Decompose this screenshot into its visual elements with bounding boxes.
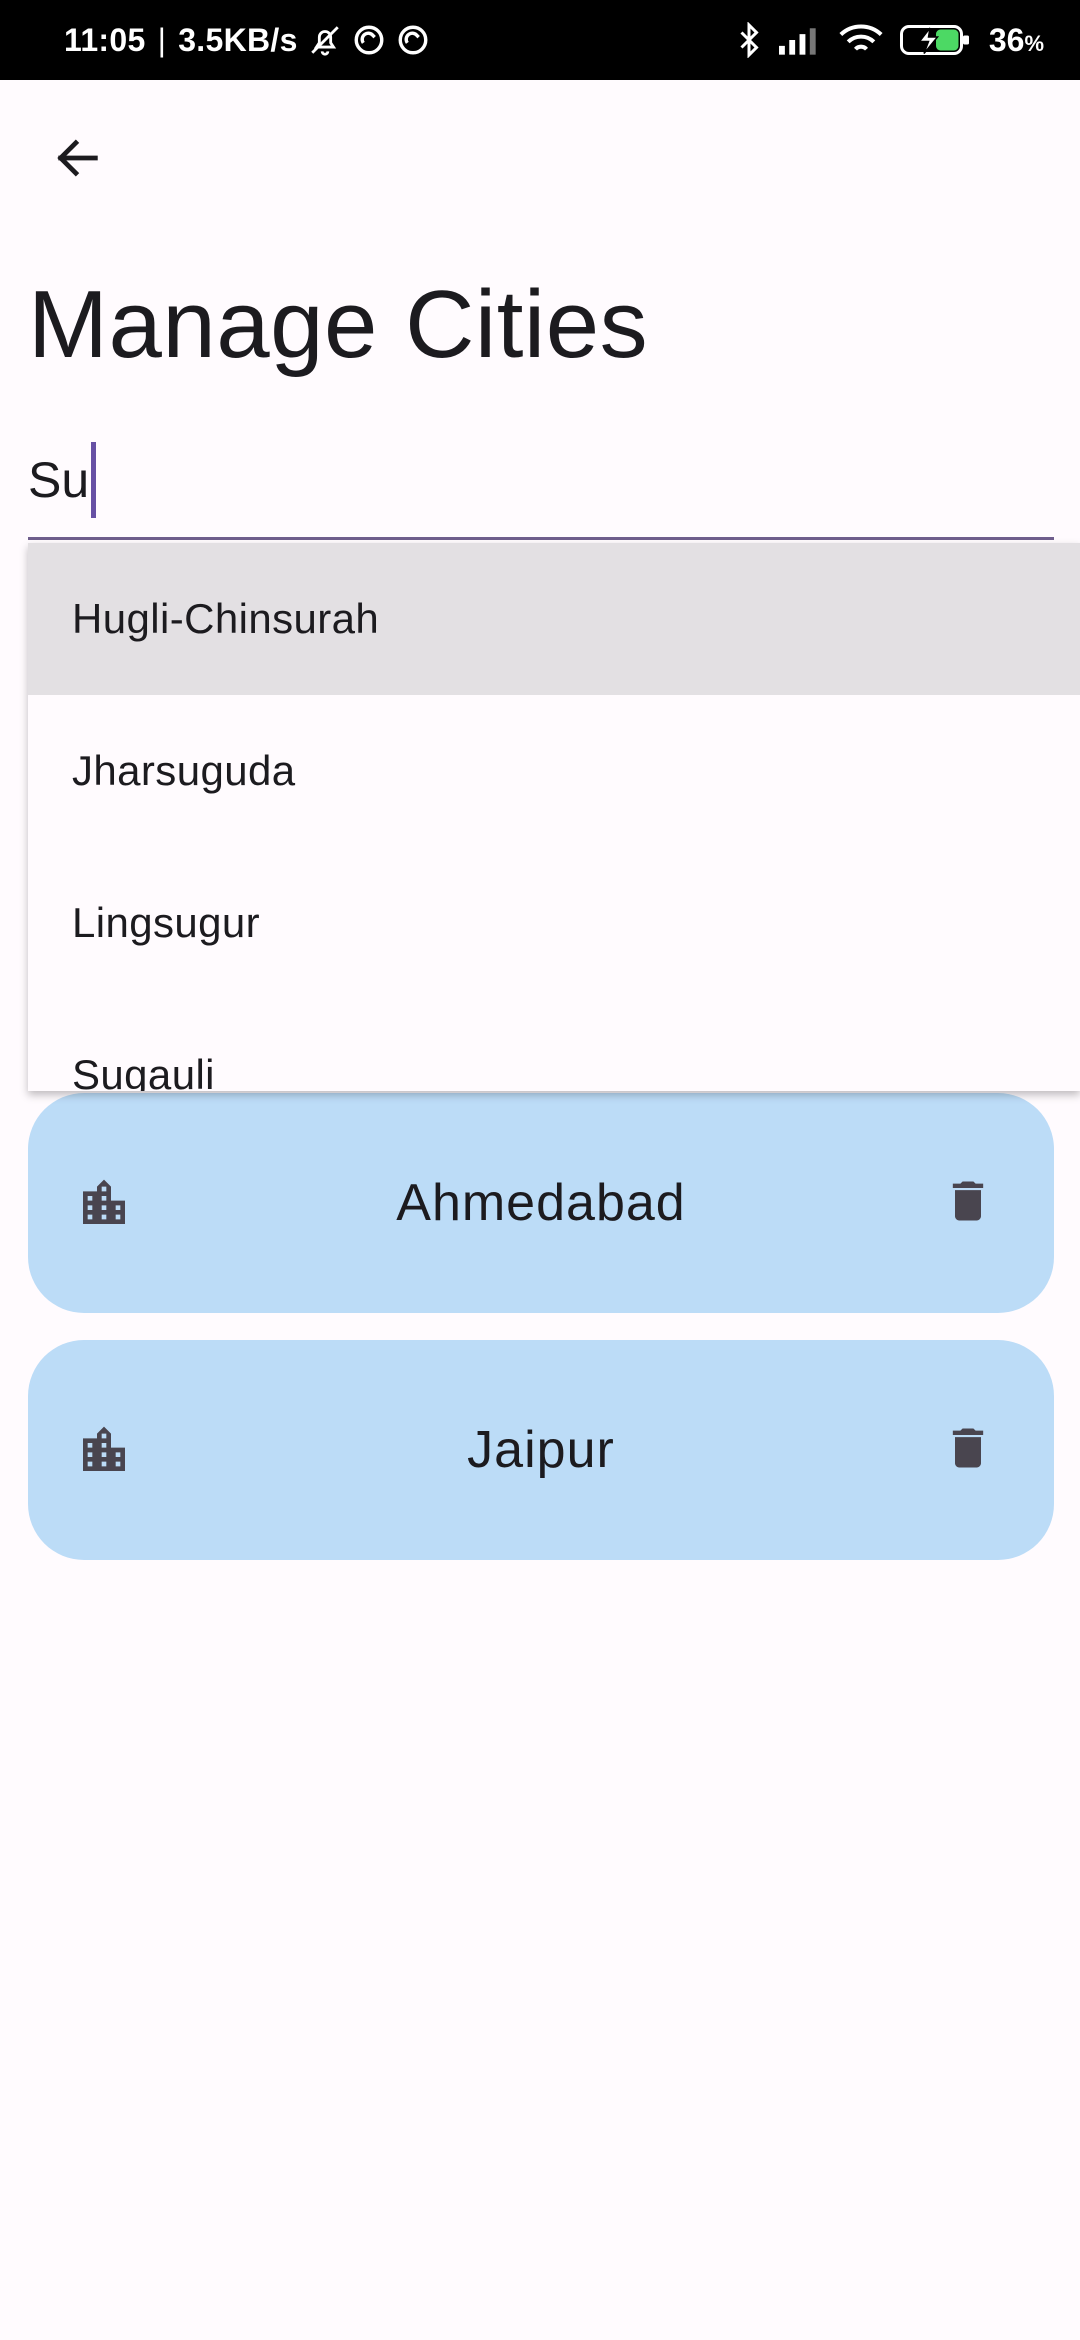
wifi-icon (839, 23, 883, 57)
search-input-value: Su (28, 452, 90, 508)
suggestions-dropdown: Hugli-Chinsurah Jharsuguda Lingsugur Sug… (28, 543, 1080, 1091)
city-icon (76, 1422, 132, 1478)
battery-percent-value: 36 (988, 21, 1025, 58)
status-left: 11:05 | 3.5KB/s (64, 22, 430, 59)
delete-city-button[interactable] (938, 1173, 998, 1233)
city-card[interactable]: Ahmedabad (28, 1093, 1054, 1313)
suggestion-item[interactable]: Sugauli (28, 999, 1080, 1091)
signal-icon (778, 25, 823, 55)
suggestion-label: Lingsugur (72, 899, 261, 946)
battery-percent: 36% (989, 22, 1044, 59)
status-time: 11:05 (64, 21, 146, 58)
city-search-field[interactable]: Su (28, 420, 1054, 540)
status-separator: | (157, 21, 167, 58)
network-speed: 3.5KB/s (178, 21, 298, 58)
back-button[interactable] (36, 118, 120, 202)
city-name: Ahmedabad (396, 1174, 686, 1232)
page-title: Manage Cities (28, 271, 649, 378)
sync-icon (352, 23, 386, 57)
city-search-input[interactable]: Su (28, 440, 97, 520)
city-card[interactable]: Jaipur (28, 1340, 1054, 1560)
status-bar: 11:05 | 3.5KB/s 36% (0, 0, 1080, 80)
battery-charging-icon (899, 22, 973, 58)
suggestion-label: Jharsuguda (72, 747, 296, 794)
delete-icon (942, 1175, 994, 1232)
suggestion-item[interactable]: Lingsugur (28, 847, 1080, 999)
delete-city-button[interactable] (938, 1420, 998, 1480)
bluetooth-icon (735, 22, 763, 58)
sync-icon (396, 23, 430, 57)
suggestion-label: Hugli-Chinsurah (72, 595, 380, 642)
city-icon (76, 1175, 132, 1231)
arrow-left-icon (52, 132, 104, 189)
text-caret (91, 442, 97, 518)
city-name: Jaipur (467, 1421, 615, 1479)
suggestion-label: Sugauli (72, 1051, 215, 1091)
status-right: 36% (735, 22, 1044, 59)
suggestion-item[interactable]: Hugli-Chinsurah (28, 543, 1080, 695)
battery-percent-unit: % (1024, 30, 1044, 56)
delete-icon (942, 1422, 994, 1479)
suggestion-item[interactable]: Jharsuguda (28, 695, 1080, 847)
mute-icon (308, 23, 342, 57)
